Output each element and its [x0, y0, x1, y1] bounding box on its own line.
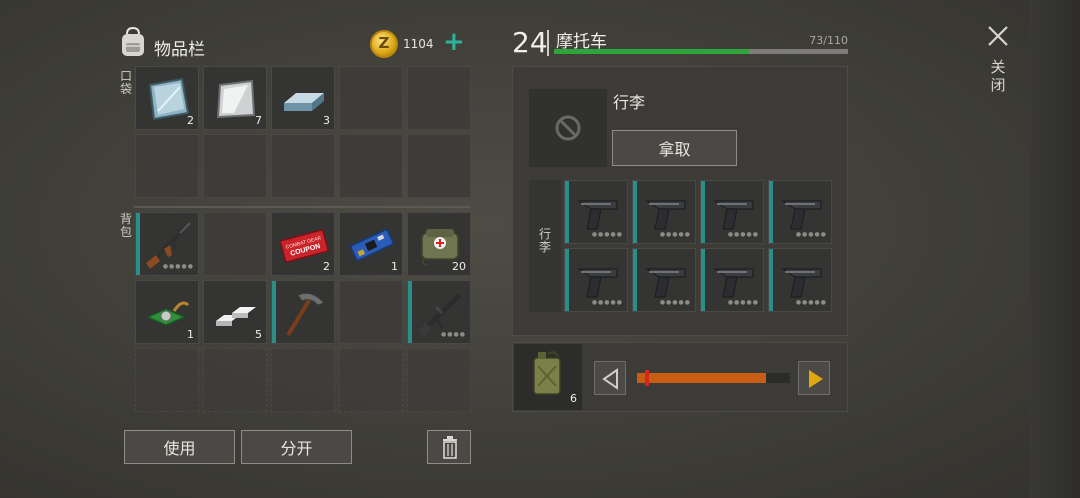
pocket-slot[interactable] [271, 134, 335, 198]
capacity-text: 73/110 [809, 34, 848, 47]
pocket-slot[interactable] [407, 66, 471, 130]
backpack-slot[interactable] [271, 348, 335, 412]
pocket-slot[interactable] [407, 134, 471, 198]
backpack-slot[interactable]: ●●●● [407, 280, 471, 344]
pickaxe-icon [286, 292, 325, 337]
equipped-stripe [769, 181, 773, 243]
fuel-slider-fill [637, 373, 766, 383]
backpack-slot[interactable] [203, 348, 267, 412]
use-button[interactable]: 使用 [124, 430, 235, 464]
durability-dots: ●●●●● [795, 231, 827, 238]
fuel-slider-handle[interactable] [645, 370, 649, 386]
backpack-slot[interactable]: 20 [407, 212, 471, 276]
backpack-slot[interactable]: COMBAT GEAR COUPON 2 [271, 212, 335, 276]
luggage-slot [529, 89, 607, 167]
trash-button[interactable] [427, 430, 471, 464]
split-button[interactable]: 分开 [241, 430, 352, 464]
equipped-stripe [408, 281, 412, 343]
equipped-stripe [701, 181, 705, 243]
pocket-label: 口袋 [119, 69, 132, 96]
luggage-item-slot[interactable]: ●●●●● [632, 248, 696, 312]
durability-dots: ●●●●● [162, 263, 194, 270]
coin-icon: Z [370, 30, 398, 58]
item-qty: 5 [255, 328, 262, 341]
fuel-qty: 6 [570, 392, 577, 405]
equipped-stripe [769, 249, 773, 311]
capacity-bar-fill [554, 49, 749, 54]
backpack-slot[interactable] [203, 212, 267, 276]
no-entry-icon [555, 115, 581, 141]
durability-dots: ●●●●● [727, 231, 759, 238]
backpack-slot[interactable] [339, 280, 403, 344]
equipped-stripe [701, 249, 705, 311]
backpack-slot[interactable]: 5 [203, 280, 267, 344]
luggage-item-slot[interactable]: ●●●●● [768, 248, 832, 312]
luggage-item-slot[interactable]: ●●●●● [632, 180, 696, 244]
durability-dots: ●●●●● [659, 231, 691, 238]
pocket-slot[interactable]: 3 [271, 66, 335, 130]
equipped-stripe [565, 249, 569, 311]
durability-dots: ●●●● [441, 331, 466, 338]
take-button[interactable]: 拿取 [612, 130, 737, 166]
backpack-icon [118, 26, 148, 58]
close-button[interactable] [986, 24, 1010, 48]
pocket-slot[interactable] [339, 134, 403, 198]
durability-dots: ●●●●● [659, 299, 691, 306]
arrow-left-icon [602, 368, 618, 390]
close-label[interactable]: 关闭 [988, 58, 1008, 94]
luggage-side-label: 行李 [538, 227, 551, 254]
luggage-item-slot[interactable]: ●●●●● [768, 180, 832, 244]
decrease-button[interactable] [594, 361, 626, 395]
luggage-item-slot[interactable]: ●●●●● [700, 180, 764, 244]
backpack-slot[interactable]: 1 [339, 212, 403, 276]
inventory-title: 物品栏 [154, 40, 205, 60]
equipped-stripe [633, 181, 637, 243]
item-qty: 2 [187, 114, 194, 127]
item-qty: 7 [255, 114, 262, 127]
coin-count: 1104 [403, 37, 434, 51]
durability-dots: ●●●●● [591, 299, 623, 306]
item-qty: 2 [323, 260, 330, 273]
luggage-item-slot[interactable]: ●●●●● [700, 248, 764, 312]
durability-dots: ●●●●● [591, 231, 623, 238]
equipped-stripe [136, 213, 140, 275]
equipped-stripe [633, 249, 637, 311]
durability-dots: ●●●●● [795, 299, 827, 306]
item-qty: 20 [452, 260, 466, 273]
pocket-slot[interactable] [135, 134, 199, 198]
section-divider [134, 206, 470, 208]
equipped-stripe [565, 181, 569, 243]
backpack-slot[interactable] [339, 348, 403, 412]
backpack-slot[interactable]: 1 [135, 280, 199, 344]
backpack-label: 背包 [119, 212, 132, 239]
durability-dots: ●●●●● [727, 299, 759, 306]
item-qty: 3 [323, 114, 330, 127]
backpack-slot[interactable] [271, 280, 335, 344]
close-icon [988, 26, 1008, 46]
pocket-slot[interactable] [339, 66, 403, 130]
right-edge-strip [1030, 0, 1080, 498]
luggage-title: 行李 [613, 93, 646, 112]
arrow-right-icon [809, 370, 823, 388]
trash-icon [443, 436, 457, 459]
equipped-stripe [272, 281, 276, 343]
item-qty: 1 [187, 328, 194, 341]
backpack-slot[interactable]: ●●●●● [135, 212, 199, 276]
vehicle-level: 24 [512, 26, 548, 59]
increase-button[interactable] [798, 361, 830, 395]
luggage-item-slot[interactable]: ●●●●● [564, 248, 628, 312]
pocket-slot[interactable]: 2 [135, 66, 199, 130]
item-qty: 1 [391, 260, 398, 273]
pocket-slot[interactable] [203, 134, 267, 198]
add-coins-button[interactable]: + [443, 28, 465, 56]
pocket-slot[interactable]: 7 [203, 66, 267, 130]
level-separator [547, 30, 549, 56]
backpack-slot[interactable] [407, 348, 471, 412]
backpack-slot[interactable] [135, 348, 199, 412]
luggage-item-slot[interactable]: ●●●●● [564, 180, 628, 244]
